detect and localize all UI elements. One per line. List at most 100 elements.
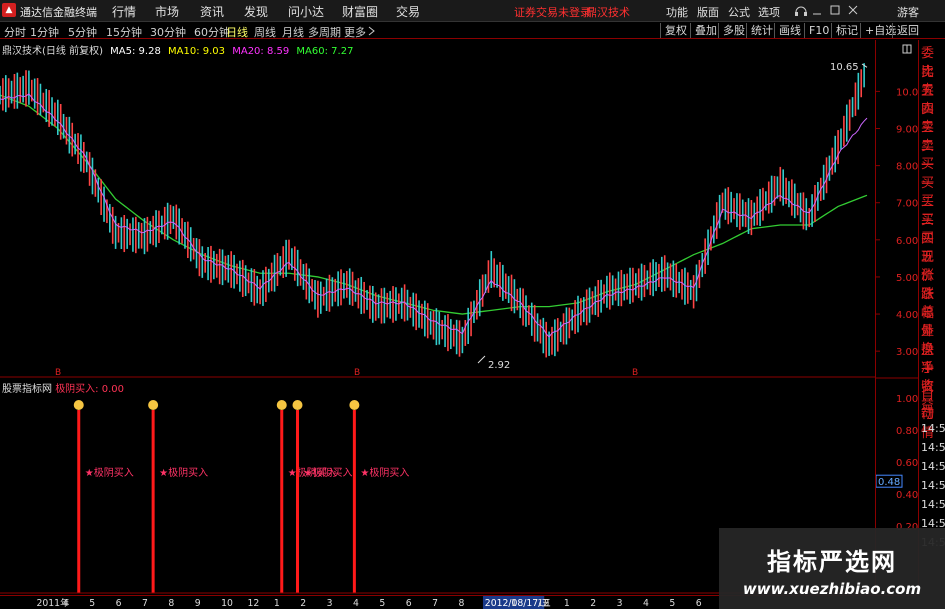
maximize-icon[interactable] [830,5,840,15]
money-bag-icon [349,400,360,410]
time-tick: 1 [564,598,570,609]
btn-fanhui[interactable]: 返回 [892,23,919,38]
btn-duogu[interactable]: 多股 [718,23,745,38]
event-marker: B [632,368,638,378]
service-icon[interactable] [794,4,808,18]
watermark-url: www.xuezhibiao.com [742,580,922,598]
price-tick: 9.00 [896,125,918,136]
period-fenshi[interactable]: 分时 [4,24,26,40]
price-tick: 6.00 [896,236,918,247]
money-bag-icon [292,400,303,410]
menu-jiaoyi[interactable]: 交易 [396,3,420,20]
period-30min[interactable]: 30分钟 [150,24,186,40]
signal-label: ★极阴买入 [360,466,409,479]
menu-faxian[interactable]: 发现 [244,3,268,20]
menu-bar: ▲ 通达信金融终端 行情 市场 资讯 发现 问小达 财富圈 交易 证券交易未登录… [0,0,945,22]
time-tick: 3 [617,598,623,609]
period-15min[interactable]: 15分钟 [106,24,142,40]
btn-f10[interactable]: F10 [804,23,829,38]
sub-tick: 0.40 [896,490,918,501]
menu-gongshi[interactable]: 公式 [728,4,750,20]
period-multi[interactable]: 多周期 [308,24,341,40]
price-tick: 8.00 [896,162,918,173]
stock-notice: 鼎汉技术 [586,6,630,19]
time-tick: 9 [195,598,201,609]
time-tick: 7 [142,598,148,609]
period-60min[interactable]: 60分钟 [194,24,230,40]
price-tick: 7.00 [896,199,918,210]
menu-gongneng[interactable]: 功能 [666,4,688,20]
menu-shichang[interactable]: 市场 [155,3,179,20]
time-tick: 7 [432,598,438,609]
current-value: 0.48 [878,477,900,488]
period-weekly[interactable]: 周线 [254,24,276,40]
login-notice[interactable]: 证券交易未登录 [514,4,591,20]
menu-xuanxiang[interactable]: 选项 [758,4,780,20]
event-marker: B [55,368,61,378]
price-tick: 5.00 [896,273,918,284]
btn-huaxian[interactable]: 画线 [774,23,801,38]
btn-diejia[interactable]: 叠加 [690,23,717,38]
time-tick: 6 [696,598,702,609]
time-tick: 5 [669,598,675,609]
time-tick: 12 [247,598,259,609]
money-bag-icon [148,400,159,410]
menu-banmian[interactable]: 版面 [697,4,719,20]
time-tick: 10 [221,598,233,609]
btn-tongji[interactable]: 统计 [746,23,773,38]
chevron-right-icon[interactable] [368,26,376,36]
price-axis: 10.00 9.00 8.00 7.00 6.00 5.00 4.00 3.00 1.00 0.8… [875,40,925,595]
menu-zixun[interactable]: 资讯 [200,3,224,20]
ma10-value: MA10: 9.03 [168,46,226,57]
sub-tick: 0.60 [896,458,918,469]
btn-biaoji[interactable]: 标记 [831,23,858,38]
time-tick: 2 [590,598,596,609]
btn-fuquan[interactable]: 复权 [660,23,687,38]
signal-label: ★极阴买入 [85,466,134,479]
quote-panel: 委比 卖五 卖四 卖三 卖二 卖一 买一 买二 买三 买四 买五 现价 涨跌 涨幅 总量 外盘 换手 净资 收益 自动… [918,40,945,595]
app-logo-icon: ▲ [2,3,16,17]
menu-wenxiaoda[interactable]: 问小达 [288,3,324,20]
period-5min[interactable]: 5分钟 [68,24,97,40]
time-tick: 8 [458,598,464,609]
sub-tick: 0.80 [896,426,918,437]
tick-row-label[interactable]: 14:5 [921,441,945,454]
ma5-value: MA5: 9.28 [110,46,161,57]
stock-name: 鼎汉技术(日线 前复权) [2,46,103,57]
menu-caifuquan[interactable]: 财富圈 [342,3,378,20]
price-tick: 3.00 [896,347,918,358]
minimize-icon[interactable] [812,6,822,16]
kline-chart[interactable]: 10.65 2.92 B B B [0,40,875,378]
tick-row-label[interactable]: 14:5 [921,460,945,473]
low-price-label: 2.92 [488,360,510,371]
tick-row-label[interactable]: 14:5 [921,422,945,435]
ma60-value: MA60: 7.27 [296,46,354,57]
time-tick: 3 [327,598,333,609]
period-more[interactable]: 更多 [344,24,366,40]
guest-label[interactable]: 游客 [897,4,919,20]
time-tick: 1 [511,598,517,609]
period-monthly[interactable]: 月线 [282,24,304,40]
tick-row-label[interactable]: 14:5 [921,479,945,492]
ma20-value: MA20: 8.59 [232,46,290,57]
low-arrow [477,355,486,364]
price-tick: 10.00 [896,87,919,98]
money-bag-icon [276,400,287,410]
chart-info-bar: 鼎汉技术(日线 前复权) MA5: 9.28 MA10: 9.03 MA20: … [2,42,357,57]
btn-zixuan[interactable]: +自选 [860,23,896,38]
money-bag-icon [73,400,84,410]
time-tick: 5 [89,598,95,609]
toolbar: 分时 1分钟 5分钟 15分钟 30分钟 60分钟 日线 周线 月线 多周期 更… [0,22,945,39]
close-icon[interactable] [848,5,858,15]
tick-row-label[interactable]: 14:5 [921,498,945,511]
settings-icon[interactable] [902,44,912,54]
period-daily[interactable]: 日线 [226,24,248,40]
time-tick: 1 [274,598,280,609]
price-tick: 4.00 [896,310,918,321]
time-tick: 5 [379,598,385,609]
menu-hangqing[interactable]: 行情 [112,3,136,20]
sub-tick: 1.00 [896,394,918,405]
indicator-info: 股票指标网 极阴买入: 0.00 [2,380,124,395]
time-tick: 4 [353,598,359,609]
period-1min[interactable]: 1分钟 [30,24,59,40]
